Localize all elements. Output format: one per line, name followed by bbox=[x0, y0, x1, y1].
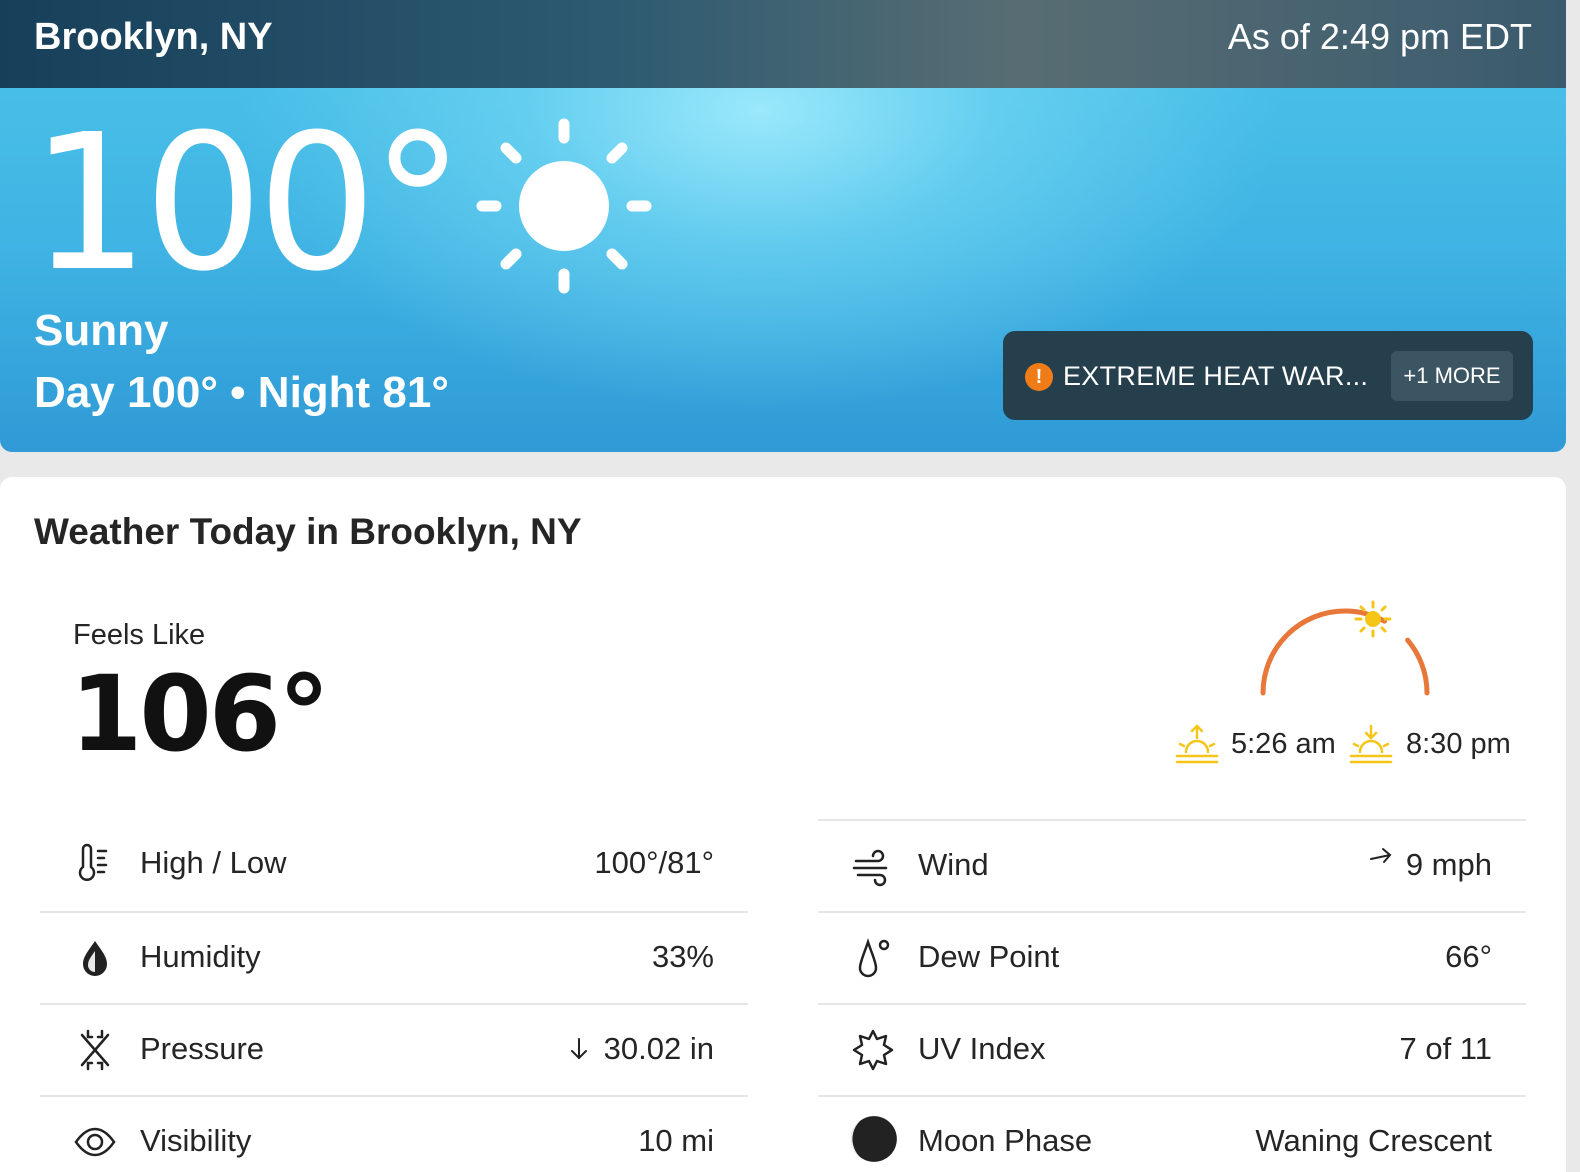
wind-value-text: 9 mph bbox=[1405, 847, 1492, 882]
more-alerts-button[interactable]: +1 MORE bbox=[1391, 351, 1513, 401]
list-item-moon-phase: Moon Phase Waning Crescent bbox=[818, 1095, 1526, 1172]
droplet-icon bbox=[83, 941, 107, 976]
list-item-high-low: High / Low 100°/81° bbox=[40, 819, 748, 911]
wind-label: Wind bbox=[918, 847, 989, 882]
weather-alert-banner[interactable]: ! EXTREME HEAT WAR... +1 MORE bbox=[1003, 331, 1533, 420]
moon-phase-value-text: Waning Crescent bbox=[1255, 1123, 1492, 1158]
arrow-right-icon bbox=[1369, 848, 1392, 863]
condition-phrase: Sunny bbox=[34, 306, 169, 355]
as-of-timestamp: As of 2:49 pm EDT bbox=[1227, 16, 1532, 57]
pressure-label: Pressure bbox=[140, 1031, 265, 1066]
uv-icon bbox=[852, 1029, 894, 1071]
details-title: Weather Today in Brooklyn, NY bbox=[34, 511, 582, 552]
sunset-time: 8:30 pm bbox=[1406, 728, 1511, 760]
moon-icon bbox=[851, 1116, 897, 1162]
dew-point-value: 66° bbox=[1445, 939, 1492, 975]
uv-index-value: 7 of 11 bbox=[1399, 1031, 1492, 1067]
day-night-temps: Day 100° • Night 81° bbox=[34, 368, 449, 417]
wind-value: 9 mph bbox=[1368, 847, 1492, 883]
sunrise-time: 5:26 am bbox=[1231, 728, 1336, 760]
visibility-value-text: 10 mi bbox=[638, 1123, 714, 1158]
feels-like-label: Feels Like bbox=[73, 619, 206, 651]
eye-icon bbox=[74, 1127, 116, 1157]
current-temperature: 100° bbox=[30, 94, 465, 313]
sunset-icon bbox=[1349, 724, 1393, 764]
list-item-visibility: Visibility 10 mi bbox=[40, 1095, 748, 1172]
details-list-left: High / Low 100°/81° Humidity 33% Pressur… bbox=[40, 819, 748, 1172]
sunrise-icon bbox=[1175, 724, 1219, 764]
pressure-icon bbox=[80, 1029, 110, 1071]
list-item-dew-point: Dew Point 66° bbox=[818, 911, 1526, 1003]
dewpoint-icon bbox=[858, 938, 890, 978]
moon-phase-value: Waning Crescent bbox=[1255, 1123, 1492, 1159]
humidity-value-text: 33% bbox=[651, 939, 714, 974]
list-item-uv-index: UV Index 7 of 11 bbox=[818, 1003, 1526, 1095]
dew-point-value-text: 66° bbox=[1445, 939, 1492, 974]
hero-header-bar: Brooklyn, NY As of 2:49 pm EDT bbox=[0, 0, 1566, 88]
list-item-wind: Wind 9 mph bbox=[818, 819, 1526, 911]
feels-like-value: 106° bbox=[70, 653, 330, 775]
list-item-humidity: Humidity 33% bbox=[40, 911, 748, 1003]
humidity-value: 33% bbox=[652, 939, 714, 975]
details-list-right: Wind 9 mph Dew Point 66° UV Index 7 of 1… bbox=[818, 819, 1526, 1172]
sun-icon bbox=[476, 118, 652, 294]
alert-headline[interactable]: EXTREME HEAT WAR... bbox=[1063, 361, 1368, 392]
dew-point-label: Dew Point bbox=[918, 939, 1060, 974]
list-item-pressure: Pressure 30.02 in bbox=[40, 1003, 748, 1095]
visibility-label: Visibility bbox=[140, 1123, 252, 1158]
sun-arc-icon bbox=[1260, 600, 1430, 696]
uv-index-label: UV Index bbox=[918, 1031, 1046, 1066]
high-low-label: High / Low bbox=[140, 845, 287, 880]
exclamation-icon: ! bbox=[1025, 363, 1053, 391]
high-low-value: 100°/81° bbox=[594, 845, 714, 881]
thermometer-icon bbox=[78, 843, 108, 881]
humidity-label: Humidity bbox=[140, 939, 261, 974]
uv-index-value-text: 7 of 11 bbox=[1399, 1031, 1492, 1066]
pressure-value: 30.02 in bbox=[566, 1031, 714, 1067]
current-conditions-card: Brooklyn, NY As of 2:49 pm EDT 100° Sunn… bbox=[0, 0, 1566, 452]
today-details-card: Weather Today in Brooklyn, NY Feels Like… bbox=[0, 477, 1566, 1172]
wind-icon bbox=[852, 849, 888, 887]
high-low-value-text: 100°/81° bbox=[594, 845, 714, 880]
location-name[interactable]: Brooklyn, NY bbox=[34, 16, 273, 59]
moon-phase-label: Moon Phase bbox=[918, 1123, 1093, 1158]
pressure-value-text: 30.02 in bbox=[603, 1031, 714, 1066]
arrow-down-icon bbox=[570, 1038, 587, 1060]
visibility-value: 10 mi bbox=[638, 1123, 714, 1159]
